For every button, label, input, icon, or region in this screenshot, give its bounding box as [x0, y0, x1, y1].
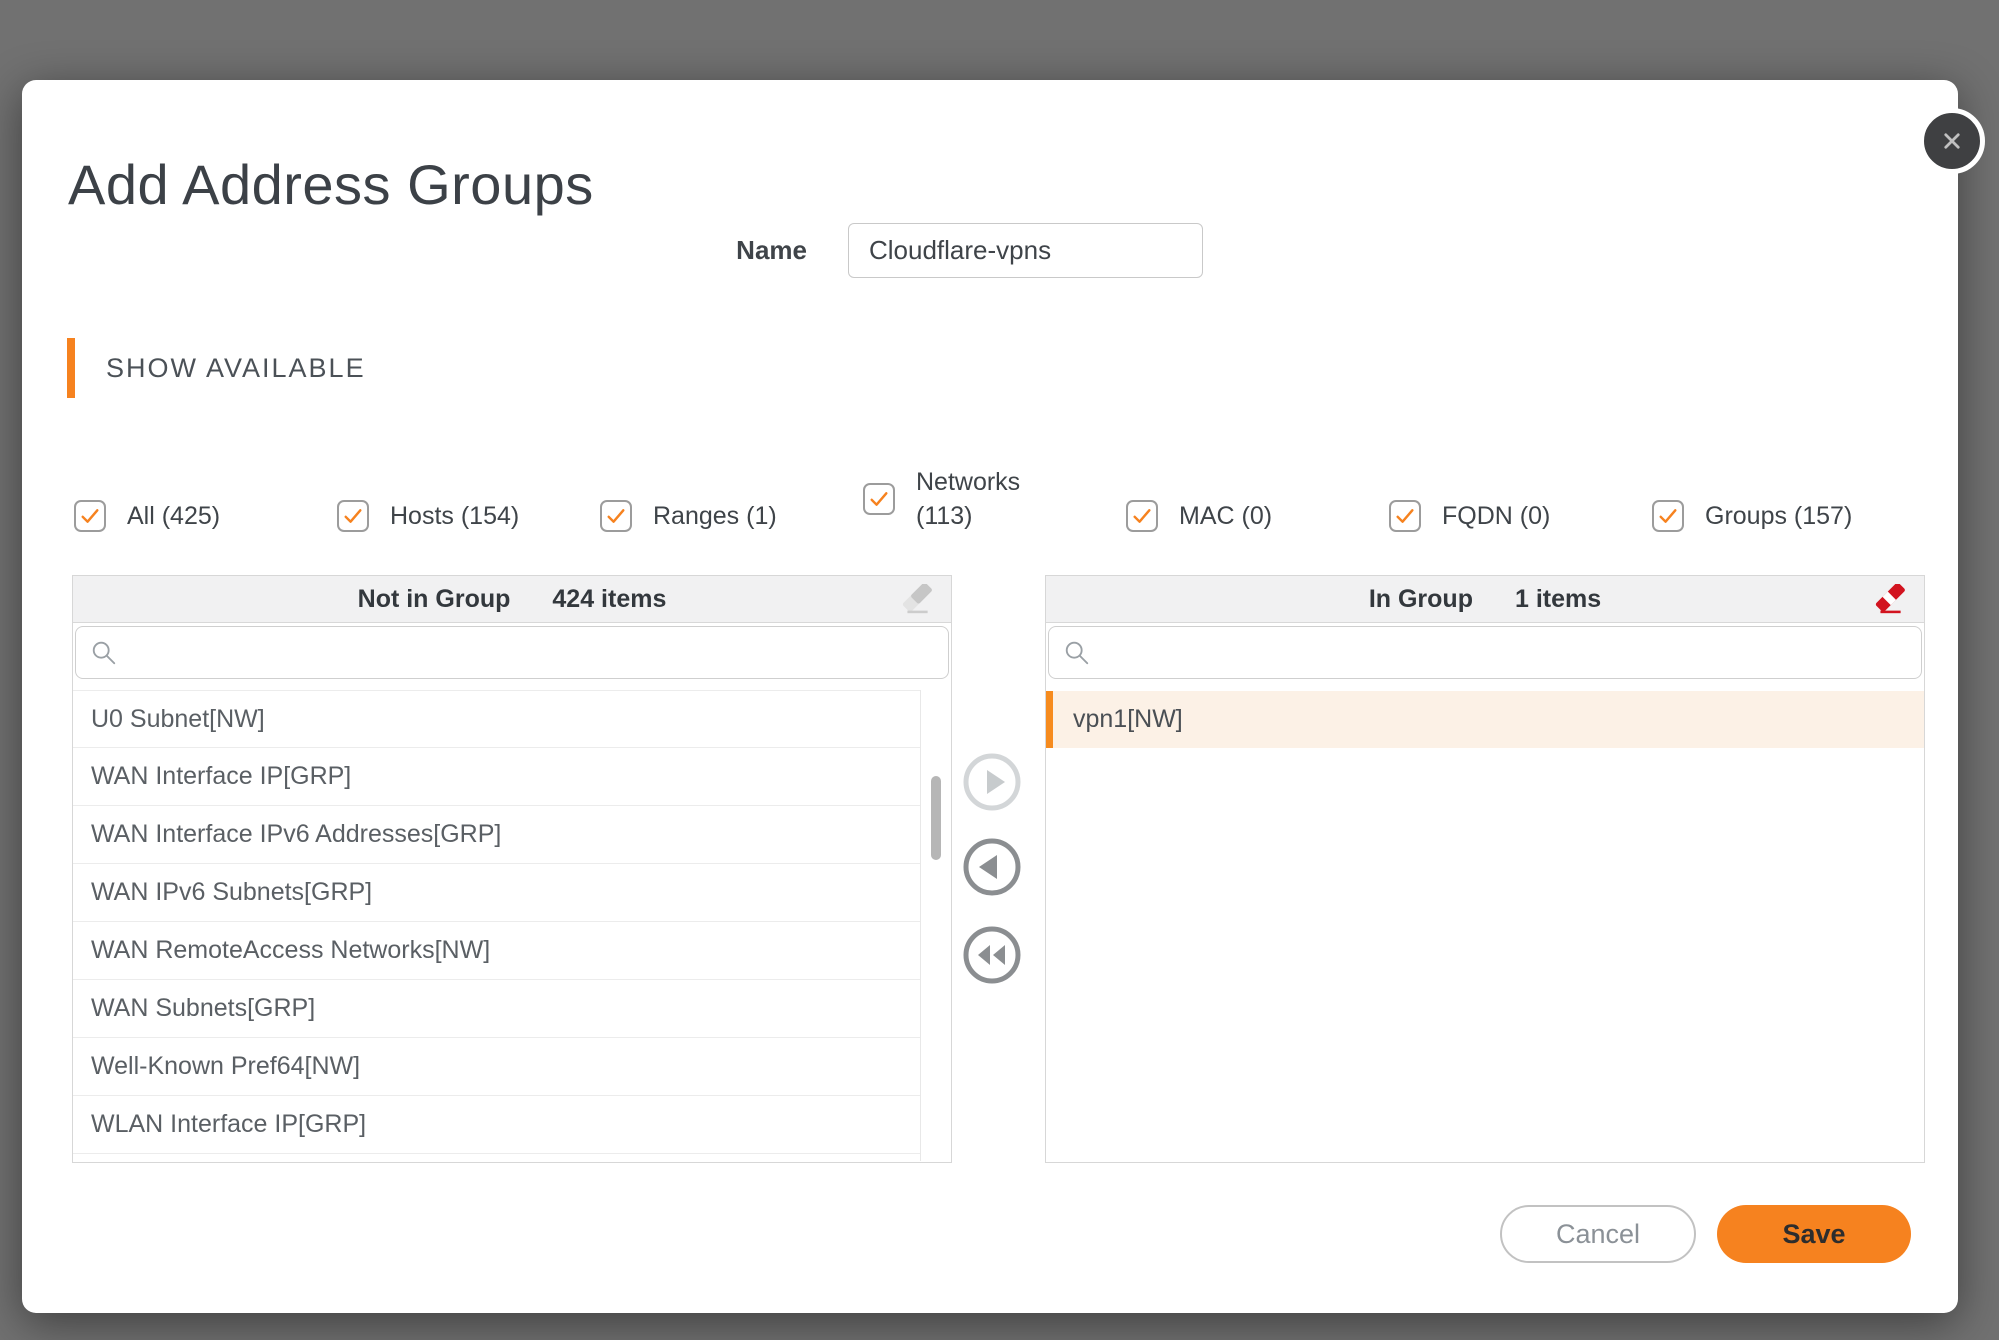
filter-checkbox-fqdn[interactable]: FQDN (0) — [1389, 499, 1652, 533]
filter-row: All (425) Hosts (154) Ranges (1) Network… — [74, 465, 1928, 533]
eraser-red-icon — [1873, 584, 1907, 616]
checkbox-icon — [600, 500, 632, 532]
checkbox-icon — [1389, 500, 1421, 532]
double-arrow-left-circle-icon — [962, 925, 1022, 985]
filter-label: Networks (113) — [916, 465, 1041, 533]
filter-checkbox-mac[interactable]: MAC (0) — [1126, 499, 1389, 533]
list-item[interactable]: WLAN Interface IP[GRP] — [73, 1096, 920, 1154]
scrollbar-thumb[interactable] — [931, 776, 941, 860]
checkbox-icon — [1126, 500, 1158, 532]
check-icon — [77, 503, 103, 529]
list-item[interactable]: WAN IPv6 Subnets[GRP] — [73, 864, 920, 922]
filter-label: MAC (0) — [1179, 499, 1272, 533]
cancel-button[interactable]: Cancel — [1500, 1205, 1696, 1263]
check-icon — [1129, 503, 1155, 529]
selected-group-member[interactable]: vpn1[NW] — [1046, 691, 1924, 748]
erase-search-button[interactable] — [897, 581, 937, 619]
check-icon — [866, 486, 892, 512]
list-item[interactable]: WAN Interface IPv6 Addresses[GRP] — [73, 806, 920, 864]
check-icon — [1655, 503, 1681, 529]
filter-checkbox-networks[interactable]: Networks (113) — [863, 465, 1126, 533]
name-input[interactable] — [848, 223, 1203, 278]
section-accent-bar — [67, 338, 75, 398]
remove-all-from-group-button[interactable] — [962, 925, 1022, 985]
show-available-section: SHOW AVAILABLE — [67, 338, 366, 398]
save-button[interactable]: Save — [1717, 1205, 1911, 1263]
list-item[interactable]: U0 Subnet[NW] — [73, 690, 920, 748]
list-item[interactable]: Well-Known Pref64[NW] — [73, 1038, 920, 1096]
checkbox-icon — [1652, 500, 1684, 532]
close-icon — [1937, 126, 1967, 156]
add-address-groups-dialog: Add Address Groups Name SHOW AVAILABLE A… — [22, 80, 1958, 1313]
not-in-group-searchbox — [75, 626, 949, 679]
in-group-title: In Group — [1369, 585, 1473, 614]
eraser-icon — [900, 584, 934, 616]
check-icon — [1392, 503, 1418, 529]
not-in-group-title: Not in Group — [358, 585, 511, 614]
filter-label: Groups (157) — [1705, 499, 1852, 533]
search-icon — [90, 639, 118, 667]
arrow-right-circle-icon — [962, 752, 1022, 812]
list-item[interactable]: WAN Subnets[GRP] — [73, 980, 920, 1038]
move-to-group-button[interactable] — [962, 752, 1022, 812]
filter-label: Ranges (1) — [653, 499, 777, 533]
name-label: Name — [622, 223, 807, 278]
search-icon — [1063, 639, 1091, 667]
close-button[interactable] — [1919, 108, 1985, 174]
erase-group-button[interactable] — [1870, 581, 1910, 619]
scrollbar-track[interactable] — [920, 690, 951, 1161]
in-group-list: vpn1[NW] — [1046, 690, 1924, 1161]
not-in-group-panel: Not in Group 424 items — [72, 575, 952, 1163]
in-group-header: In Group 1 items — [1046, 576, 1924, 623]
filter-label: Hosts (154) — [390, 499, 519, 533]
arrow-left-circle-icon — [962, 837, 1022, 897]
in-group-panel: In Group 1 items — [1045, 575, 1925, 1163]
filter-checkbox-all[interactable]: All (425) — [74, 499, 337, 533]
list-item[interactable]: WAN Interface IP[GRP] — [73, 748, 920, 806]
section-title: SHOW AVAILABLE — [106, 353, 366, 384]
checkbox-icon — [74, 500, 106, 532]
checkbox-icon — [337, 500, 369, 532]
in-group-count: 1 items — [1515, 585, 1601, 614]
filter-label: All (425) — [127, 499, 220, 533]
not-in-group-search-input[interactable] — [118, 627, 948, 678]
not-in-group-header: Not in Group 424 items — [73, 576, 951, 623]
not-in-group-list: U0 Subnet[NW] WAN Interface IP[GRP] WAN … — [73, 690, 920, 1161]
check-icon — [340, 503, 366, 529]
list-item[interactable]: WAN RemoteAccess Networks[NW] — [73, 922, 920, 980]
filter-checkbox-groups[interactable]: Groups (157) — [1652, 499, 1915, 533]
filter-checkbox-hosts[interactable]: Hosts (154) — [337, 499, 600, 533]
in-group-searchbox — [1048, 626, 1922, 679]
filter-label: FQDN (0) — [1442, 499, 1550, 533]
check-icon — [603, 503, 629, 529]
filter-checkbox-ranges[interactable]: Ranges (1) — [600, 499, 863, 533]
dialog-title: Add Address Groups — [68, 152, 594, 217]
not-in-group-count: 424 items — [552, 585, 666, 614]
checkbox-icon — [863, 483, 895, 515]
remove-from-group-button[interactable] — [962, 837, 1022, 897]
in-group-search-input[interactable] — [1091, 627, 1921, 678]
